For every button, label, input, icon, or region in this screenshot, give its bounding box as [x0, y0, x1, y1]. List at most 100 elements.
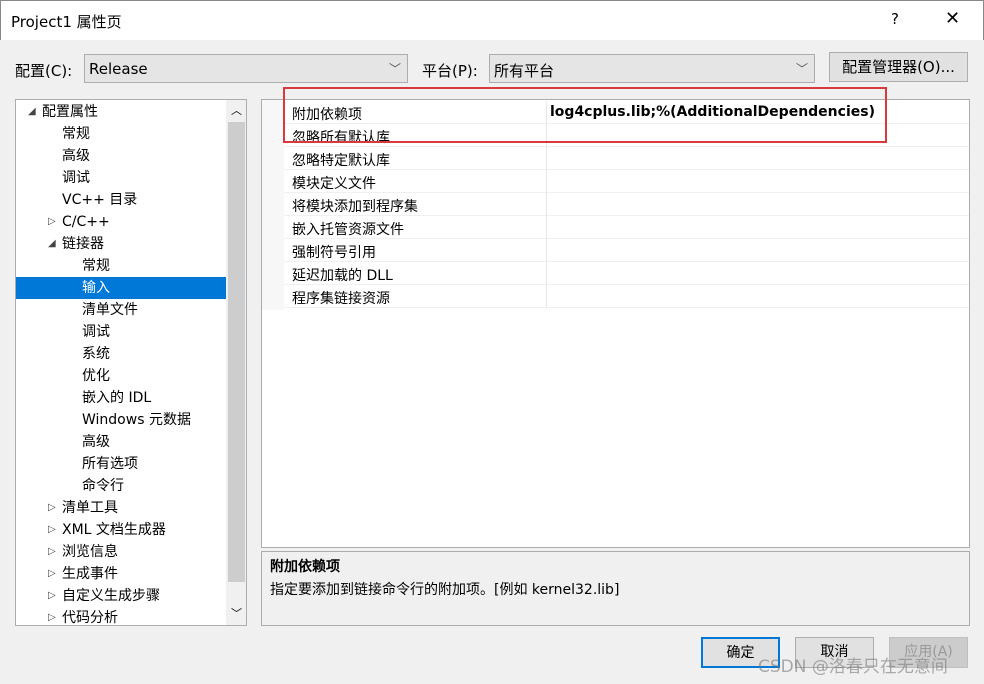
tree-item[interactable]: 调试: [16, 321, 226, 343]
tree-item-label: 输入: [82, 280, 110, 296]
tree-item-label: 常规: [62, 126, 90, 142]
tree-item-label: 清单文件: [82, 302, 138, 318]
tree-item[interactable]: ▷ 清单工具: [16, 497, 226, 519]
tree-item-label: 自定义生成步骤: [62, 588, 160, 604]
expand-arrow-icon[interactable]: ▷: [48, 519, 56, 541]
tree-item-label: 生成事件: [62, 566, 118, 582]
tree-item[interactable]: Windows 元数据: [16, 409, 226, 431]
tree-item[interactable]: ◢ 链接器: [16, 233, 226, 255]
property-row[interactable]: 强制符号引用: [284, 239, 969, 262]
column-divider: [546, 262, 547, 285]
tree-item-label: 嵌入的 IDL: [82, 390, 152, 406]
highlight-box: [283, 87, 887, 143]
column-divider: [546, 147, 547, 170]
tree-item[interactable]: ▷ 生成事件: [16, 563, 226, 585]
property-row[interactable]: 程序集链接资源: [284, 285, 969, 308]
config-value: Release: [89, 60, 148, 78]
tree-item-label: 清单工具: [62, 500, 118, 516]
expand-arrow-icon[interactable]: ▷: [48, 211, 56, 233]
property-name: 程序集链接资源: [292, 291, 390, 307]
tree-item[interactable]: 清单文件: [16, 299, 226, 321]
title-bar: Project1 属性页 ? ✕: [0, 0, 984, 40]
column-divider: [546, 193, 547, 216]
tree-item-label: 所有选项: [82, 456, 138, 472]
tree-item[interactable]: ▷ XML 文档生成器: [16, 519, 226, 541]
platform-value: 所有平台: [494, 62, 555, 80]
collapse-arrow-icon[interactable]: ◢: [28, 101, 36, 123]
tree-item[interactable]: 所有选项: [16, 453, 226, 475]
scrollbar-thumb[interactable]: [228, 122, 245, 582]
property-row[interactable]: 延迟加载的 DLL: [284, 262, 969, 285]
tree-item-label: VC++ 目录: [62, 192, 138, 208]
property-row[interactable]: 模块定义文件: [284, 170, 969, 193]
tree-item[interactable]: 高级: [16, 145, 226, 167]
scroll-up-icon[interactable]: ︿: [231, 102, 242, 118]
tree-item[interactable]: 优化: [16, 365, 226, 387]
description-text: 指定要添加到链接命令行的附加项。[例如 kernel32.lib]: [270, 582, 620, 598]
collapse-arrow-icon[interactable]: ◢: [48, 233, 56, 255]
tree-item-label: 高级: [62, 148, 90, 164]
tree-item-label: Windows 元数据: [82, 412, 191, 428]
platform-label: 平台(P):: [422, 62, 478, 80]
tree-item-label: 命令行: [82, 478, 124, 494]
expand-arrow-icon[interactable]: ▷: [48, 607, 56, 625]
tree-item[interactable]: 常规: [16, 123, 226, 145]
tree-item[interactable]: 调试: [16, 167, 226, 189]
property-name: 强制符号引用: [292, 245, 376, 261]
property-name: 忽略特定默认库: [292, 153, 390, 169]
grid-gutter: [262, 100, 284, 310]
scroll-down-icon[interactable]: ﹀: [231, 605, 242, 621]
property-grid: 附加依赖项 log4cplus.lib;%(AdditionalDependenc…: [261, 99, 970, 548]
chevron-down-icon: ﹀: [388, 62, 401, 76]
tree-item[interactable]: ▷ 代码分析: [16, 607, 226, 625]
tree-item[interactable]: 输入: [16, 277, 226, 299]
tree-item-label: 调试: [82, 324, 110, 340]
column-divider: [546, 239, 547, 262]
column-divider: [546, 216, 547, 239]
expand-arrow-icon[interactable]: ▷: [48, 563, 56, 585]
tree-item[interactable]: ◢ 配置属性: [16, 101, 226, 123]
expand-arrow-icon[interactable]: ▷: [48, 497, 56, 519]
tree-item-label: C/C++: [62, 214, 110, 230]
close-button[interactable]: ✕: [945, 8, 960, 29]
description-title: 附加依赖项: [270, 559, 340, 575]
tree-item-label: 常规: [82, 258, 110, 274]
property-name: 延迟加载的 DLL: [292, 268, 393, 284]
tree-item[interactable]: 命令行: [16, 475, 226, 497]
description-panel: 附加依赖项 指定要添加到链接命令行的附加项。[例如 kernel32.lib]: [261, 551, 970, 626]
platform-dropdown[interactable]: 所有平台 ﹀: [489, 54, 815, 83]
chevron-down-icon: ﹀: [795, 62, 808, 76]
tree-item[interactable]: 系统: [16, 343, 226, 365]
property-row[interactable]: 将模块添加到程序集: [284, 193, 969, 216]
watermark: CSDN @洛春只在无意间: [758, 657, 948, 677]
column-divider: [546, 285, 547, 308]
tree-item[interactable]: 高级: [16, 431, 226, 453]
column-divider: [546, 170, 547, 193]
tree-item-label: 优化: [82, 368, 110, 384]
property-name: 将模块添加到程序集: [292, 199, 418, 215]
property-tree: ◢ 配置属性 常规 高级 调试 VC++ 目录 ▷ C/C++ ◢ 链接器 常规 输入 清单文件 调试 系统…: [15, 99, 247, 626]
tree-item[interactable]: ▷ 自定义生成步骤: [16, 585, 226, 607]
tree-item[interactable]: 常规: [16, 255, 226, 277]
tree-item-label: 浏览信息: [62, 544, 118, 560]
property-row[interactable]: 嵌入托管资源文件: [284, 216, 969, 239]
tree-item-label: 调试: [62, 170, 90, 186]
property-row[interactable]: 忽略特定默认库: [284, 147, 969, 170]
tree-item-label: 系统: [82, 346, 110, 362]
config-label: 配置(C):: [15, 62, 73, 80]
property-name: 嵌入托管资源文件: [292, 222, 404, 238]
tree-item-label: 高级: [82, 434, 110, 450]
tree-item[interactable]: 嵌入的 IDL: [16, 387, 226, 409]
tree-item[interactable]: VC++ 目录: [16, 189, 226, 211]
config-dropdown[interactable]: Release ﹀: [84, 54, 408, 83]
expand-arrow-icon[interactable]: ▷: [48, 541, 56, 563]
config-manager-button[interactable]: 配置管理器(O)...: [829, 52, 968, 82]
tree-item-label: XML 文档生成器: [62, 522, 166, 538]
property-name: 模块定义文件: [292, 176, 376, 192]
expand-arrow-icon[interactable]: ▷: [48, 585, 56, 607]
help-button[interactable]: ?: [891, 10, 899, 28]
tree-item[interactable]: ▷ C/C++: [16, 211, 226, 233]
window-title: Project1 属性页: [11, 13, 122, 31]
tree-item[interactable]: ▷ 浏览信息: [16, 541, 226, 563]
tree-item-label: 配置属性: [42, 104, 98, 120]
